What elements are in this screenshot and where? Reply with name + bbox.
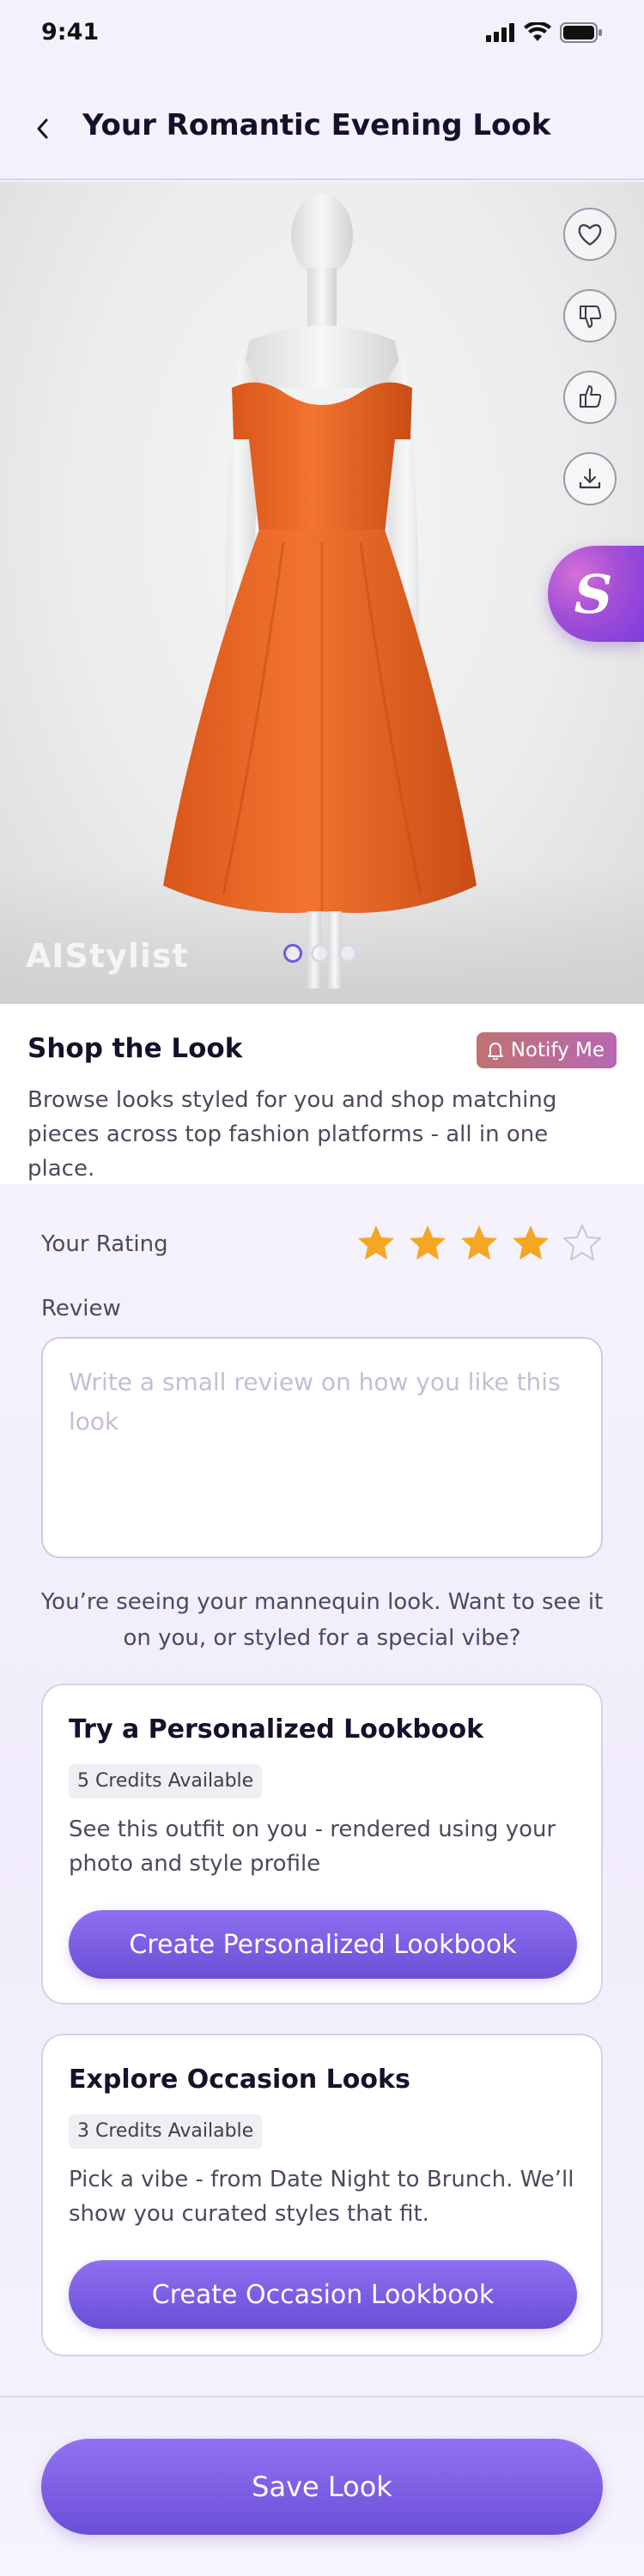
watermark: AIStylist	[26, 937, 189, 975]
star-rating[interactable]	[355, 1223, 603, 1264]
notify-me-button[interactable]: Notify Me	[476, 1032, 617, 1068]
carousel-dot[interactable]	[283, 944, 302, 963]
lookbook-prompt: You’re seeing your mannequin look. Want …	[40, 1589, 604, 1651]
credits-badge: 3 Credits Available	[69, 2114, 263, 2149]
cellular-signal-icon	[486, 23, 514, 42]
save-look-button[interactable]: Save Look	[41, 2439, 603, 2535]
card-description: See this outfit on you - rendered using …	[69, 1817, 556, 1877]
star-filled-icon[interactable]	[510, 1223, 551, 1264]
download-button[interactable]	[563, 452, 617, 505]
card-description: Pick a vibe - from Date Night to Brunch.…	[69, 2167, 574, 2227]
credits-badge: 5 Credits Available	[69, 1764, 263, 1799]
shop-the-look-section: Shop the Look Notify Me Browse looks sty…	[0, 1004, 644, 1184]
occasion-looks-card: Explore Occasion Looks 3 Credits Availab…	[41, 2034, 603, 2356]
review-input[interactable]	[69, 1363, 575, 1533]
star-filled-icon[interactable]	[459, 1223, 500, 1264]
status-icons	[486, 22, 603, 43]
shop-description: Browse looks styled for you and shop mat…	[27, 1087, 557, 1182]
notify-label: Notify Me	[510, 1039, 605, 1061]
carousel-dot[interactable]	[338, 944, 357, 963]
rating-label: Your Rating	[41, 1231, 168, 1257]
chevron-left-icon	[37, 118, 48, 139]
card-title: Explore Occasion Looks	[69, 2065, 410, 2095]
review-field-container	[41, 1337, 603, 1558]
star-filled-icon[interactable]	[407, 1223, 448, 1264]
review-label: Review	[41, 1296, 121, 1321]
carousel-indicator	[283, 944, 357, 963]
dislike-button[interactable]	[563, 289, 617, 342]
header: Your Romantic Evening Look	[0, 86, 644, 180]
heart-icon	[578, 224, 602, 246]
download-icon	[579, 468, 601, 489]
image-actions	[563, 208, 617, 505]
favorite-button[interactable]	[563, 208, 617, 261]
ai-stylist-button[interactable]: S	[548, 546, 644, 642]
shop-title: Shop the Look	[27, 1033, 243, 1064]
thumbs-down-icon	[580, 305, 602, 328]
back-button[interactable]	[24, 110, 62, 148]
card-title: Try a Personalized Lookbook	[69, 1714, 484, 1745]
thumbs-up-icon	[580, 385, 602, 408]
stylist-logo-icon: S	[574, 562, 613, 626]
status-time: 9:41	[41, 19, 100, 45]
personalized-lookbook-card: Try a Personalized Lookbook 5 Credits Av…	[41, 1684, 603, 2005]
footer: Save Look	[0, 2396, 644, 2576]
create-occasion-lookbook-button[interactable]: Create Occasion Lookbook	[69, 2260, 577, 2329]
star-empty-icon[interactable]	[562, 1223, 603, 1264]
wifi-icon	[524, 22, 551, 41]
like-button[interactable]	[563, 371, 617, 424]
bell-icon	[487, 1043, 503, 1060]
status-bar: 9:41	[0, 0, 644, 69]
carousel-dot[interactable]	[311, 944, 330, 963]
star-filled-icon[interactable]	[355, 1223, 397, 1264]
rating-row: Your Rating	[41, 1223, 603, 1271]
page-title: Your Romantic Evening Look	[82, 108, 551, 142]
look-image-carousel[interactable]: S AIStylist	[0, 182, 644, 1004]
create-personalized-lookbook-button[interactable]: Create Personalized Lookbook	[69, 1910, 577, 1979]
battery-icon	[560, 22, 602, 43]
